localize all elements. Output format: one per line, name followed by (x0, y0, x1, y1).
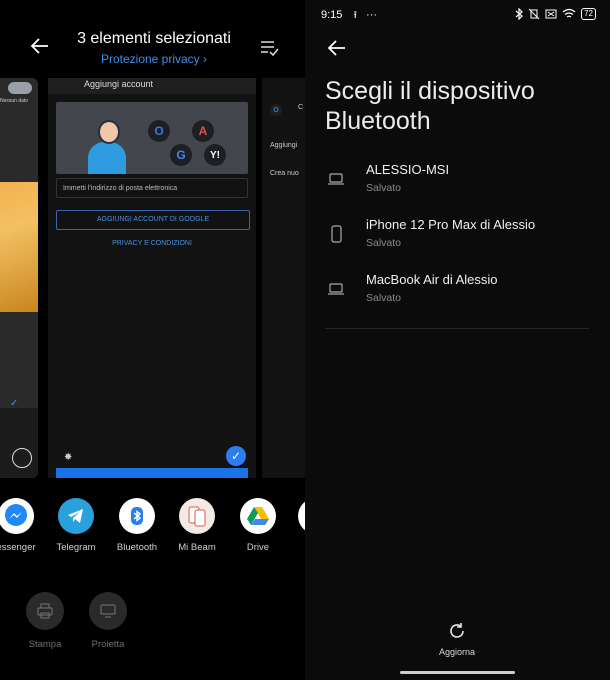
sparkle-icon: ✸ (64, 452, 73, 463)
divider (325, 328, 589, 329)
share-drive[interactable]: Drive (228, 498, 288, 553)
vibrate-icon (528, 8, 540, 20)
device-name: ALESSIO-MSI (366, 162, 450, 177)
bluetooth-icon (119, 498, 155, 534)
share-apps-row: essenger Telegram Bluetooth Mi Beam Driv… (0, 498, 305, 558)
screenshot-thumbnail-main[interactable]: Aggiungi account O A G Y! Immetti l'indi… (48, 78, 256, 478)
device-name: iPhone 12 Pro Max di Alessio (366, 217, 536, 232)
action-label: Proietta (91, 639, 125, 650)
wallpaper-image (0, 182, 38, 312)
privacy-protection-label: Protezione privacy (100, 52, 200, 66)
more-notifications-icon: ··· (366, 9, 378, 21)
thumbnail-line: Aggiungi (270, 142, 298, 149)
thumbnail-line: Crea nuo (270, 170, 299, 177)
selection-title: 3 elementi selezionati (77, 30, 231, 47)
outlook-logo-icon: O (270, 104, 282, 116)
add-google-account-button: AGGIUNGI ACCOUNT DI GOOGLE (56, 210, 250, 230)
app-icon (298, 498, 305, 534)
thumbnail-text: Nessun dato (0, 98, 29, 104)
thumbnail-title: Aggiungi account (84, 79, 154, 89)
select-list-icon[interactable] (259, 38, 279, 58)
back-arrow-icon[interactable] (28, 34, 52, 58)
back-arrow-icon[interactable] (325, 36, 349, 60)
selection-circle-icon[interactable] (12, 448, 32, 468)
mi-beam-icon (179, 498, 215, 534)
person-head (98, 120, 120, 144)
share-app-label: Mi Beam (178, 542, 216, 553)
device-status: Salvato (366, 182, 402, 194)
clock: 9:15 (321, 9, 343, 21)
thumbnail-toolbar: Aggiungi account (48, 78, 256, 94)
drive-icon (240, 498, 276, 534)
bluetooth-status-icon (515, 8, 523, 20)
cast-action[interactable]: Proietta (88, 592, 128, 650)
share-app-label: Drive (246, 542, 270, 553)
device-status: Salvato (366, 292, 402, 304)
screenshot-thumbnail-right[interactable]: O C Aggiungi Crea nuo (262, 78, 305, 478)
cast-icon (89, 592, 127, 630)
chevron-right-icon: › (203, 52, 208, 66)
upload-icon: ⭱ (353, 10, 357, 21)
home-indicator[interactable] (400, 671, 515, 674)
account-illustration: O A G Y! (56, 102, 248, 174)
device-name: MacBook Air di Alessio (366, 272, 498, 287)
laptop-icon (328, 283, 344, 295)
thumbnail-line: C (298, 104, 304, 111)
phone-icon (331, 225, 342, 243)
messenger-icon (0, 498, 34, 534)
status-time: 9:15 ⭱ ··· (321, 8, 377, 25)
share-app-label: essenger (0, 542, 36, 553)
action-label: Stampa (28, 639, 62, 650)
outlook-logo-icon: O (148, 120, 170, 142)
toggle-thumbnail (8, 82, 32, 94)
share-sheet-panel: 3 elementi selezionati Protezione privac… (0, 0, 305, 680)
wifi-icon (562, 8, 576, 18)
person-figure (88, 142, 126, 174)
screenshot-thumbnail-left[interactable]: Nessun dato ✓ (0, 78, 38, 478)
share-app-partial[interactable]: A (286, 498, 305, 553)
google-logo-icon: G (170, 144, 192, 166)
yahoo-logo-icon: Y! (204, 144, 226, 166)
refresh-button[interactable]: Aggiorna (429, 622, 485, 657)
share-app-label: A (286, 542, 305, 553)
device-item[interactable]: ALESSIO-MSI Salvato (305, 160, 610, 214)
share-app-label: Telegram (56, 542, 96, 553)
page-title: Scegli il dispositivo Bluetooth (325, 77, 535, 135)
share-telegram[interactable]: Telegram (46, 498, 106, 553)
checkmark-icon: ✓ (10, 398, 19, 409)
refresh-icon (450, 623, 464, 638)
email-field: Immetti l'indirizzo di posta elettronica (56, 178, 248, 198)
sim-off-icon (545, 9, 557, 19)
share-messenger[interactable]: essenger (0, 498, 46, 553)
status-icons: 72 (515, 8, 596, 20)
print-action[interactable]: Stampa (25, 592, 65, 650)
privacy-terms-link: PRIVACY E CONDIZIONI (112, 240, 192, 247)
printer-icon (26, 592, 64, 630)
share-bluetooth[interactable]: Bluetooth (107, 498, 167, 553)
selected-check-icon[interactable]: ✓ (226, 446, 246, 466)
privacy-protection-link[interactable]: Protezione privacy › (64, 52, 244, 66)
share-app-label: Bluetooth (116, 542, 158, 553)
device-status: Salvato (366, 237, 402, 249)
refresh-label: Aggiorna (438, 647, 476, 657)
office-logo-icon: A (192, 120, 214, 142)
laptop-icon (328, 173, 344, 185)
device-item[interactable]: iPhone 12 Pro Max di Alessio Salvato (305, 215, 610, 269)
battery-icon: 72 (581, 8, 596, 20)
share-mi-beam[interactable]: Mi Beam (167, 498, 227, 553)
device-item[interactable]: MacBook Air di Alessio Salvato (305, 270, 610, 324)
thumbnail-button-bar (56, 468, 248, 478)
bluetooth-device-panel: 9:15 ⭱ ··· 72 Scegli il dispositivo Blue… (305, 0, 610, 680)
telegram-icon (58, 498, 94, 534)
